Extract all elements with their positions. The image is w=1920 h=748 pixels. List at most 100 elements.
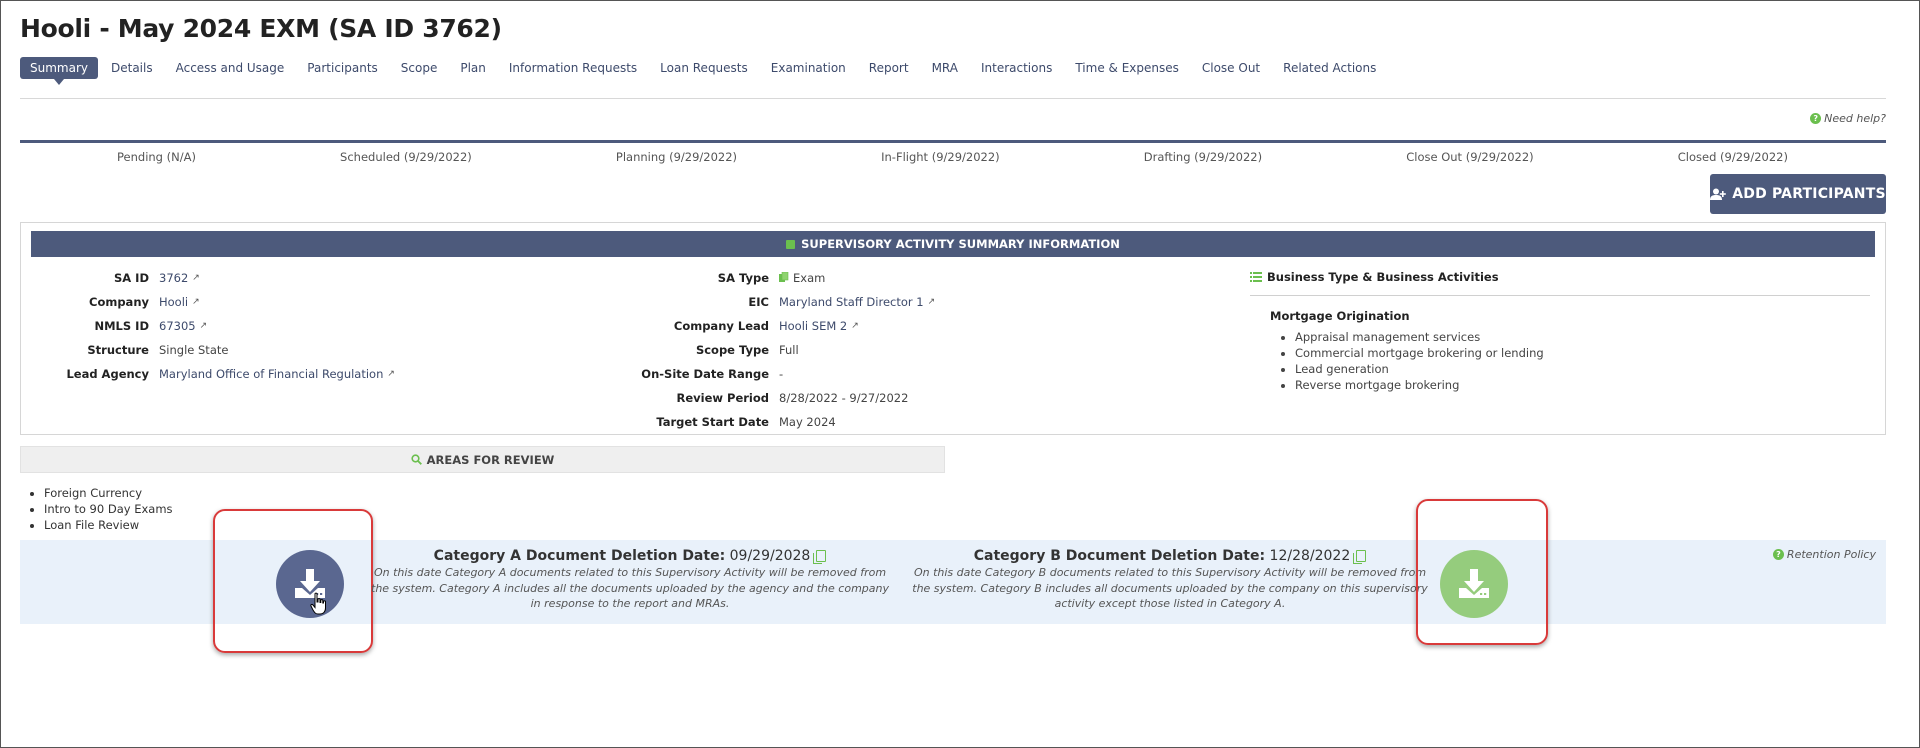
field-company: Company Hooli ↗ bbox=[20, 294, 395, 309]
scope-type-value: Full bbox=[779, 342, 799, 357]
list-item: Loan File Review bbox=[44, 517, 173, 533]
tab-mra[interactable]: MRA bbox=[922, 57, 968, 79]
status-close-out: Close Out (9/29/2022) bbox=[1406, 150, 1534, 164]
status-in-flight: In-Flight (9/29/2022) bbox=[881, 150, 1000, 164]
tab-information-requests[interactable]: Information Requests bbox=[499, 57, 647, 79]
list-item: Lead generation bbox=[1295, 361, 1544, 377]
summary-header-label: SUPERVISORY ACTIVITY SUMMARY INFORMATION bbox=[801, 237, 1120, 251]
tab-details[interactable]: Details bbox=[101, 57, 163, 79]
status-timeline: Pending (N/A) Scheduled (9/29/2022) Plan… bbox=[20, 150, 1886, 164]
field-label: Structure bbox=[87, 342, 149, 357]
field-structure: Structure Single State bbox=[20, 342, 395, 357]
status-square-icon bbox=[786, 239, 796, 249]
field-label: Company bbox=[89, 294, 149, 309]
category-b-description: On this date Category B documents relate… bbox=[912, 566, 1428, 610]
field-label: Scope Type bbox=[695, 342, 769, 357]
field-nmls-id: NMLS ID 67305 ↗ bbox=[20, 318, 395, 333]
search-icon bbox=[411, 454, 422, 465]
field-target-start-date: Target Start Date May 2024 bbox=[620, 414, 935, 429]
tab-plan[interactable]: Plan bbox=[450, 57, 496, 79]
list-item: Intro to 90 Day Exams bbox=[44, 501, 173, 517]
target-start-date-value: May 2024 bbox=[779, 414, 836, 429]
field-lead-agency: Lead Agency Maryland Office of Financial… bbox=[20, 366, 395, 381]
field-label: EIC bbox=[748, 294, 769, 309]
lead-agency-link[interactable]: Maryland Office of Financial Regulation ↗ bbox=[159, 367, 395, 381]
copy-icon[interactable] bbox=[1353, 550, 1367, 564]
tab-participants[interactable]: Participants bbox=[297, 57, 388, 79]
need-help-label: Need help? bbox=[1824, 112, 1886, 125]
highlight-box-category-a bbox=[213, 509, 373, 653]
tab-related-actions[interactable]: Related Actions bbox=[1273, 57, 1386, 79]
areas-for-review-list: Foreign Currency Intro to 90 Day Exams L… bbox=[44, 485, 173, 533]
external-link-icon: ↗ bbox=[192, 296, 200, 307]
field-label: SA ID bbox=[113, 270, 149, 285]
business-type-name: Mortgage Origination bbox=[1270, 309, 1410, 323]
help-icon: ? bbox=[1772, 549, 1784, 560]
field-sa-type: SA Type Exam bbox=[620, 270, 935, 285]
tab-time-expenses[interactable]: Time & Expenses bbox=[1065, 57, 1189, 79]
tab-report[interactable]: Report bbox=[859, 57, 919, 79]
field-review-period: Review Period 8/28/2022 - 9/27/2022 bbox=[620, 390, 935, 405]
tab-loan-requests[interactable]: Loan Requests bbox=[650, 57, 758, 79]
copy-icon[interactable] bbox=[813, 550, 827, 564]
status-pending: Pending (N/A) bbox=[117, 150, 196, 164]
summary-header: SUPERVISORY ACTIVITY SUMMARY INFORMATION bbox=[31, 231, 1875, 257]
tabs-divider bbox=[20, 98, 1886, 99]
tab-scope[interactable]: Scope bbox=[391, 57, 448, 79]
external-link-icon: ↗ bbox=[199, 320, 208, 331]
field-label: On-Site Date Range bbox=[641, 366, 769, 381]
category-a-title: Category A Document Deletion Date: 09/29… bbox=[370, 548, 890, 564]
company-lead-link[interactable]: Hooli SEM 2 ↗ bbox=[779, 319, 859, 333]
page-title: Hooli - May 2024 EXM (SA ID 3762) bbox=[20, 14, 502, 43]
field-company-lead: Company Lead Hooli SEM 2 ↗ bbox=[620, 318, 935, 333]
add-user-icon bbox=[1710, 188, 1727, 200]
status-closed: Closed (9/29/2022) bbox=[1677, 150, 1788, 164]
document-icon bbox=[779, 272, 789, 282]
add-participants-button[interactable]: ADD PARTICIPANTS bbox=[1710, 174, 1886, 214]
external-link-icon: ↗ bbox=[927, 296, 936, 307]
tab-bar: Summary Details Access and Usage Partici… bbox=[20, 57, 1389, 85]
business-activities-list: Appraisal management services Commercial… bbox=[1295, 329, 1544, 393]
status-progress-bar bbox=[20, 140, 1886, 143]
need-help-link[interactable]: ? Need help? bbox=[1810, 112, 1886, 125]
business-type-header: Business Type & Business Activities bbox=[1250, 270, 1499, 284]
category-a-info: Category A Document Deletion Date: 09/29… bbox=[370, 548, 890, 612]
business-divider bbox=[1250, 295, 1870, 296]
business-type-header-label: Business Type & Business Activities bbox=[1267, 270, 1499, 284]
field-label: Review Period bbox=[676, 390, 770, 405]
category-b-info: Category B Document Deletion Date: 12/28… bbox=[910, 548, 1430, 612]
sa-type-value: Exam bbox=[779, 271, 825, 285]
structure-value: Single State bbox=[159, 342, 229, 357]
company-link[interactable]: Hooli ↗ bbox=[159, 295, 200, 309]
status-planning: Planning (9/29/2022) bbox=[615, 150, 738, 164]
tab-examination[interactable]: Examination bbox=[761, 57, 856, 79]
on-site-date-range-value: - bbox=[779, 366, 784, 381]
retention-policy-link[interactable]: ? Retention Policy bbox=[1772, 548, 1876, 561]
areas-for-review-label: AREAS FOR REVIEW bbox=[426, 452, 555, 467]
field-label: Lead Agency bbox=[66, 366, 149, 381]
eic-link[interactable]: Maryland Staff Director 1 ↗ bbox=[779, 295, 935, 309]
status-scheduled: Scheduled (9/29/2022) bbox=[340, 150, 472, 164]
field-label: NMLS ID bbox=[94, 318, 149, 333]
field-sa-id: SA ID 3762 ↗ bbox=[20, 270, 395, 285]
sa-id-link[interactable]: 3762 ↗ bbox=[159, 271, 200, 285]
help-icon: ? bbox=[1810, 113, 1822, 124]
status-drafting: Drafting (9/29/2022) bbox=[1143, 150, 1263, 164]
list-item: Commercial mortgage brokering or lending bbox=[1295, 345, 1544, 361]
summary-left-fields: SA ID 3762 ↗ Company Hooli ↗ NMLS ID 67305… bbox=[20, 270, 395, 381]
field-scope-type: Scope Type Full bbox=[620, 342, 935, 357]
tab-close-out[interactable]: Close Out bbox=[1192, 57, 1270, 79]
tab-access-and-usage[interactable]: Access and Usage bbox=[166, 57, 295, 79]
nmls-id-link[interactable]: 67305 ↗ bbox=[159, 319, 207, 333]
tab-interactions[interactable]: Interactions bbox=[971, 57, 1062, 79]
tab-summary[interactable]: Summary bbox=[20, 57, 98, 85]
highlight-box-category-b bbox=[1416, 499, 1548, 645]
external-link-icon: ↗ bbox=[387, 368, 395, 379]
review-period-value: 8/28/2022 - 9/27/2022 bbox=[779, 390, 909, 405]
category-a-description: On this date Category A documents relate… bbox=[371, 566, 889, 610]
field-on-site-date-range: On-Site Date Range - bbox=[620, 366, 935, 381]
list-item: Appraisal management services bbox=[1295, 329, 1544, 345]
add-participants-label: ADD PARTICIPANTS bbox=[1732, 186, 1886, 202]
field-label: Target Start Date bbox=[656, 414, 769, 429]
list-item: Foreign Currency bbox=[44, 485, 173, 501]
